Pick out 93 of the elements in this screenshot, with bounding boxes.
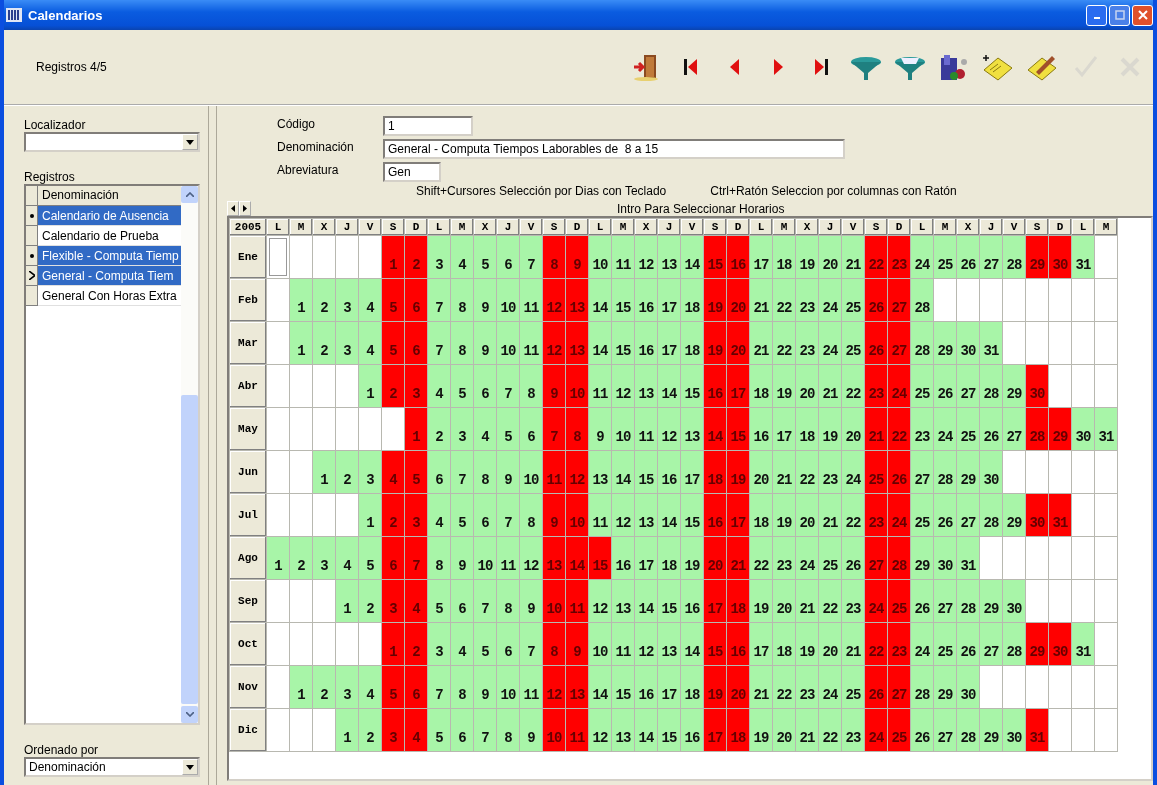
month-header: May: [229, 407, 267, 451]
next-icon: [773, 59, 783, 75]
scroll-up-button[interactable]: [181, 186, 198, 203]
weekday-header: M: [933, 218, 957, 236]
scroll-down-button[interactable]: [181, 706, 198, 723]
month-header: Nov: [229, 665, 267, 709]
window-title: Calendarios: [28, 7, 104, 23]
month-header: Oct: [229, 622, 267, 666]
weekday-header: S: [703, 218, 727, 236]
add-note-icon: [982, 52, 1014, 82]
weekday-header: X: [312, 218, 336, 236]
scroll-left-button[interactable]: [227, 201, 239, 216]
weekday-header: V: [841, 218, 865, 236]
weekday-header: V: [358, 218, 382, 236]
minimize-icon: [1093, 17, 1100, 19]
weekday-header: X: [634, 218, 658, 236]
month-header: Sep: [229, 579, 267, 623]
sort-label: Ordenado por: [24, 743, 100, 757]
month-header: Mar: [229, 321, 267, 365]
weekday-header: L: [910, 218, 934, 236]
field-label: Abreviatura: [277, 162, 340, 178]
maximize-button[interactable]: [1109, 4, 1130, 26]
month-header: Jun: [229, 450, 267, 494]
sort-dropdown[interactable]: Denominación: [24, 757, 200, 777]
locator-dropdown[interactable]: [24, 132, 200, 152]
weekday-header: J: [335, 218, 359, 236]
right-arrow-icon: [243, 205, 247, 212]
weekday-header: V: [680, 218, 704, 236]
month-header: Dic: [229, 708, 267, 752]
weekday-header: X: [956, 218, 980, 236]
weekday-header: M: [289, 218, 313, 236]
column-header[interactable]: Denominación: [38, 186, 181, 206]
record-row[interactable]: General - Computa Tiem: [38, 266, 181, 286]
bullet-icon: [29, 253, 34, 258]
weekday-header: J: [818, 218, 842, 236]
weekday-header: D: [1048, 218, 1072, 236]
month-header: Ago: [229, 536, 267, 580]
left-arrow-icon: [231, 205, 235, 212]
weekday-header: S: [542, 218, 566, 236]
month-header: Abr: [229, 364, 267, 408]
month-header: Jul: [229, 493, 267, 537]
weekday-header: D: [565, 218, 589, 236]
enter-hint: Intro Para Seleccionar Horarios: [617, 202, 785, 216]
record-row[interactable]: Calendario de Ausencia: [38, 206, 181, 226]
weekday-header: S: [381, 218, 405, 236]
weekday-header: V: [1002, 218, 1026, 236]
weekday-header: D: [404, 218, 428, 236]
weekday-header: S: [1025, 218, 1049, 236]
text-field[interactable]: General - Computa Tiempos Laborables de 8 a 15: [383, 139, 845, 159]
row-pointer-icon: [28, 271, 35, 280]
previous-icon: [729, 59, 739, 75]
keyboard-hint: Shift+Cursores Selección por Dias con Teclado: [416, 184, 667, 198]
caret-icon: [186, 139, 194, 145]
weekday-header: M: [772, 218, 796, 236]
scroll-right-button[interactable]: [239, 201, 251, 216]
bullet-icon: [29, 213, 34, 218]
window-icon: [6, 8, 22, 22]
weekday-header: D: [887, 218, 911, 236]
scroll-thumb[interactable]: [181, 394, 198, 704]
close-button[interactable]: [1132, 4, 1153, 26]
year-header: 2005: [229, 218, 267, 236]
weekday-header: M: [1094, 218, 1118, 236]
weekday-header: L: [427, 218, 451, 236]
weekday-header: S: [864, 218, 888, 236]
maximize-icon: [1114, 10, 1125, 20]
locator-label: Localizador: [24, 118, 87, 132]
month-header: Ene: [229, 235, 267, 279]
weekday-header: X: [795, 218, 819, 236]
weekday-header: L: [266, 218, 290, 236]
record-row[interactable]: Flexible - Computa Tiemp: [38, 246, 181, 266]
field-label: Código: [277, 116, 317, 132]
text-field[interactable]: Gen: [383, 162, 441, 182]
records-label: Registros: [24, 170, 76, 184]
weekday-header: J: [979, 218, 1003, 236]
minimize-button[interactable]: [1086, 4, 1107, 26]
weekday-header: L: [749, 218, 773, 236]
weekday-header: V: [519, 218, 543, 236]
weekday-header: L: [1071, 218, 1095, 236]
weekday-header: J: [496, 218, 520, 236]
weekday-header: D: [726, 218, 750, 236]
weekday-header: M: [611, 218, 635, 236]
record-count: Registros 4/5: [36, 60, 107, 74]
weekday-header: J: [657, 218, 681, 236]
mouse-hint: Ctrl+Ratón Seleccion por columnas con Ratón: [710, 184, 957, 198]
scrollbar[interactable]: [181, 186, 198, 723]
text-field[interactable]: 1: [383, 116, 473, 136]
month-header: Feb: [229, 278, 267, 322]
weekday-header: M: [450, 218, 474, 236]
close-icon: [1137, 10, 1148, 20]
caret-icon: [186, 764, 194, 770]
weekday-header: L: [588, 218, 612, 236]
field-label: Denominación: [277, 139, 355, 155]
weekday-header: X: [473, 218, 497, 236]
